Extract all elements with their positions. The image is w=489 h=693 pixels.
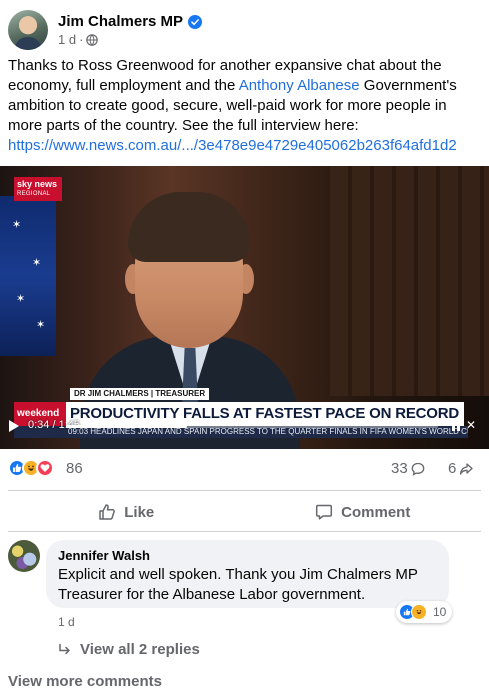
speaker-name-strip: DR JIM CHALMERS | TREASURER	[70, 388, 210, 400]
thumbs-up-icon	[99, 504, 116, 520]
view-replies-link[interactable]: View all 2 replies	[58, 641, 200, 658]
post-time[interactable]: 1 d	[58, 32, 76, 47]
comment-reaction-count: 10	[433, 605, 447, 619]
video-progress-bar[interactable]	[66, 425, 438, 428]
comment-button-label: Comment	[341, 503, 411, 521]
interview-link[interactable]: https://www.news.com.au/.../3e478e9e4729…	[8, 136, 457, 156]
comment-button[interactable]: Comment	[245, 496, 482, 528]
globe-icon	[86, 33, 99, 46]
like-button-label: Like	[124, 503, 155, 521]
fullscreen-icon[interactable]: ✕	[466, 418, 476, 432]
view-more-comments-link[interactable]: View more comments	[8, 673, 162, 690]
share-arrow-icon	[460, 462, 473, 475]
post-action-bar: Like Comment	[8, 496, 481, 528]
video-player[interactable]: ✶ ✶ ✶ ✶ sky news REGIONAL DR JIM CHALMER…	[0, 166, 489, 449]
comment-icon	[316, 504, 333, 520]
post-text: Thanks to Ross Greenwood for another exp…	[8, 56, 478, 136]
mention-link[interactable]: Anthony Albanese	[239, 77, 360, 94]
sky-news-logo: sky news REGIONAL	[14, 177, 62, 201]
video-progress-fill	[66, 425, 187, 428]
post-meta: 1 d ·	[58, 32, 202, 47]
comment-bubble: Jennifer Walsh Explicit and well spoken.…	[46, 540, 449, 608]
background-panel	[330, 166, 489, 396]
comment-time[interactable]: 1 d	[58, 615, 75, 629]
verified-badge-icon	[188, 14, 203, 29]
comment-reactions[interactable]: 10	[396, 601, 453, 623]
post-header: Jim Chalmers MP 1 d ·	[8, 10, 203, 50]
reply-arrow-icon	[59, 643, 70, 654]
commenter-avatar[interactable]	[8, 540, 40, 572]
reactions-summary: 86 33 6	[8, 459, 481, 479]
play-icon[interactable]	[9, 420, 19, 432]
reaction-count[interactable]: 86	[66, 460, 83, 477]
haha-icon	[411, 604, 427, 620]
share-count[interactable]: 6	[448, 460, 473, 477]
commenter-name[interactable]: Jennifer Walsh	[58, 548, 437, 564]
flag-image: ✶ ✶ ✶ ✶	[0, 196, 56, 356]
share-count-value: 6	[448, 460, 457, 477]
comment-count-value: 33	[391, 460, 408, 477]
view-replies-label: View all 2 replies	[80, 641, 200, 658]
reaction-icons[interactable]	[8, 459, 54, 477]
video-controls: 0:34 / 1:45 ✕	[0, 415, 489, 437]
sky-news-logo-sub: REGIONAL	[17, 191, 51, 197]
author-avatar[interactable]	[8, 10, 48, 50]
author-name[interactable]: Jim Chalmers MP	[58, 13, 183, 30]
meta-separator: ·	[79, 32, 84, 47]
divider-bottom	[8, 531, 481, 532]
comment-text: Explicit and well spoken. Thank you Jim …	[58, 566, 418, 603]
volume-icon[interactable]	[452, 421, 460, 431]
comment-count[interactable]: 33	[391, 460, 425, 477]
divider-top	[8, 490, 481, 491]
sky-news-logo-text: sky news	[17, 179, 58, 189]
post-header-text: Jim Chalmers MP 1 d ·	[58, 13, 203, 47]
like-button[interactable]: Like	[8, 496, 245, 528]
love-icon	[36, 459, 54, 477]
comment-bubble-icon	[411, 462, 425, 476]
